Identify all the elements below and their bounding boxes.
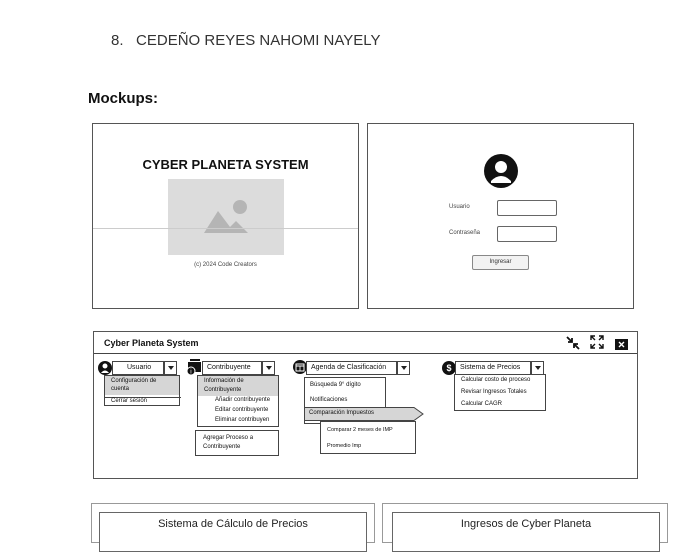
income-title: Ingresos de Cyber Planeta: [460, 518, 592, 530]
login-button[interactable]: Ingresar: [472, 255, 529, 270]
menu-bar-divider: [94, 353, 637, 354]
password-label: Contraseña: [449, 230, 481, 236]
precios-menu-button[interactable]: Sistema de Precios: [455, 361, 531, 375]
submenu-item-average[interactable]: Promedio Imp: [327, 443, 361, 449]
submenu-item-compare-months[interactable]: Comparar 2 meses de IMP: [327, 427, 393, 433]
close-icon[interactable]: [615, 337, 628, 350]
divider: [93, 228, 358, 229]
user-label: Usuario: [449, 204, 470, 210]
menu-item-costo-proceso[interactable]: Calcular costo de proceso: [461, 377, 530, 383]
folder-user-icon: i: [186, 358, 203, 376]
income-card: Ingresos de Cyber Planeta: [382, 503, 668, 552]
user-icon: [98, 361, 112, 375]
contribuyente-menu-button[interactable]: Contribuyente: [202, 361, 262, 375]
copyright-text: (c) 2024 Code Creators: [194, 262, 257, 268]
user-input[interactable]: [497, 200, 557, 216]
image-placeholder: [168, 179, 284, 255]
agenda-menu-button[interactable]: Agenda de Clasificación: [306, 361, 397, 375]
menu-item-ingresos-totales[interactable]: Revisar Ingresos Totales: [461, 389, 527, 395]
submenu-item-add[interactable]: Añadir contribuyente: [215, 397, 270, 403]
comparacion-submenu: Comparar 2 meses de IMP Promedio Imp: [320, 421, 416, 454]
menu-item-comparacion: Comparación Impuestos: [309, 410, 375, 416]
menu-item-cagr[interactable]: Calcular CAGR: [461, 401, 502, 407]
splash-mockup: CYBER PLANETA SYSTEM (c) 2024 Code Creat…: [92, 123, 359, 309]
login-mockup: Usuario Contraseña Ingresar: [367, 123, 634, 309]
submenu-item-delete[interactable]: Eliminar contribuyen: [215, 417, 269, 423]
submenu-item-edit[interactable]: Editar contribuyente: [215, 407, 268, 413]
price-calc-title: Sistema de Cálculo de Precios: [158, 518, 308, 530]
expand-icon[interactable]: [590, 335, 604, 349]
menu-item-contribuyente-info[interactable]: Información de Contribuyente: [198, 376, 278, 396]
app-title: Cyber Planeta System: [104, 338, 199, 348]
calendar-icon: [293, 360, 307, 374]
precios-dropdown-toggle[interactable]: [531, 361, 544, 375]
usuario-menu-button[interactable]: Usuario: [112, 361, 164, 375]
agenda-dropdown-toggle[interactable]: [397, 361, 410, 375]
add-process-label: Agregar Proceso a Contribuyente: [203, 435, 254, 450]
splash-title: CYBER PLANETA SYSTEM: [142, 157, 309, 172]
menu-item-account-settings[interactable]: Configuración de cuenta: [105, 376, 179, 395]
student-heading: 8. CEDEÑO REYES NAHOMI NAYELY: [111, 32, 381, 49]
student-name: CEDEÑO REYES NAHOMI NAYELY: [136, 32, 381, 49]
comparacion-impuestos-item[interactable]: Comparación Impuestos: [304, 407, 424, 421]
app-mockup: Cyber Planeta System Usuario Configuraci…: [93, 331, 638, 479]
password-input[interactable]: [497, 226, 557, 242]
dollar-icon: $: [442, 361, 456, 375]
income-card-header: Ingresos de Cyber Planeta: [392, 512, 660, 552]
mockups-label: Mockups:: [88, 90, 159, 107]
collapse-arrows-icon[interactable]: [565, 335, 581, 351]
price-calc-card: Sistema de Cálculo de Precios: [91, 503, 375, 552]
usuario-dropdown-toggle[interactable]: [164, 361, 177, 375]
precios-dropdown: Calcular costo de proceso Revisar Ingres…: [454, 374, 546, 411]
menu-item-busqueda[interactable]: Búsqueda 9° dígito: [310, 382, 361, 388]
contribuyente-dropdown-toggle[interactable]: [262, 361, 275, 375]
add-process-option[interactable]: Agregar Proceso a Contribuyente: [195, 430, 279, 456]
image-placeholder-icon: [204, 200, 248, 233]
contribuyente-dropdown: Información de Contribuyente Añadir cont…: [197, 375, 279, 427]
usuario-dropdown: Configuración de cuenta Cerrar sesión: [104, 375, 181, 406]
price-calc-card-header: Sistema de Cálculo de Precios: [99, 512, 367, 552]
user-avatar-icon: [484, 154, 518, 188]
menu-item-notificaciones[interactable]: Notificaciones: [310, 397, 347, 403]
list-number: 8.: [111, 32, 124, 49]
menu-item-logout[interactable]: Cerrar sesión: [105, 397, 181, 404]
